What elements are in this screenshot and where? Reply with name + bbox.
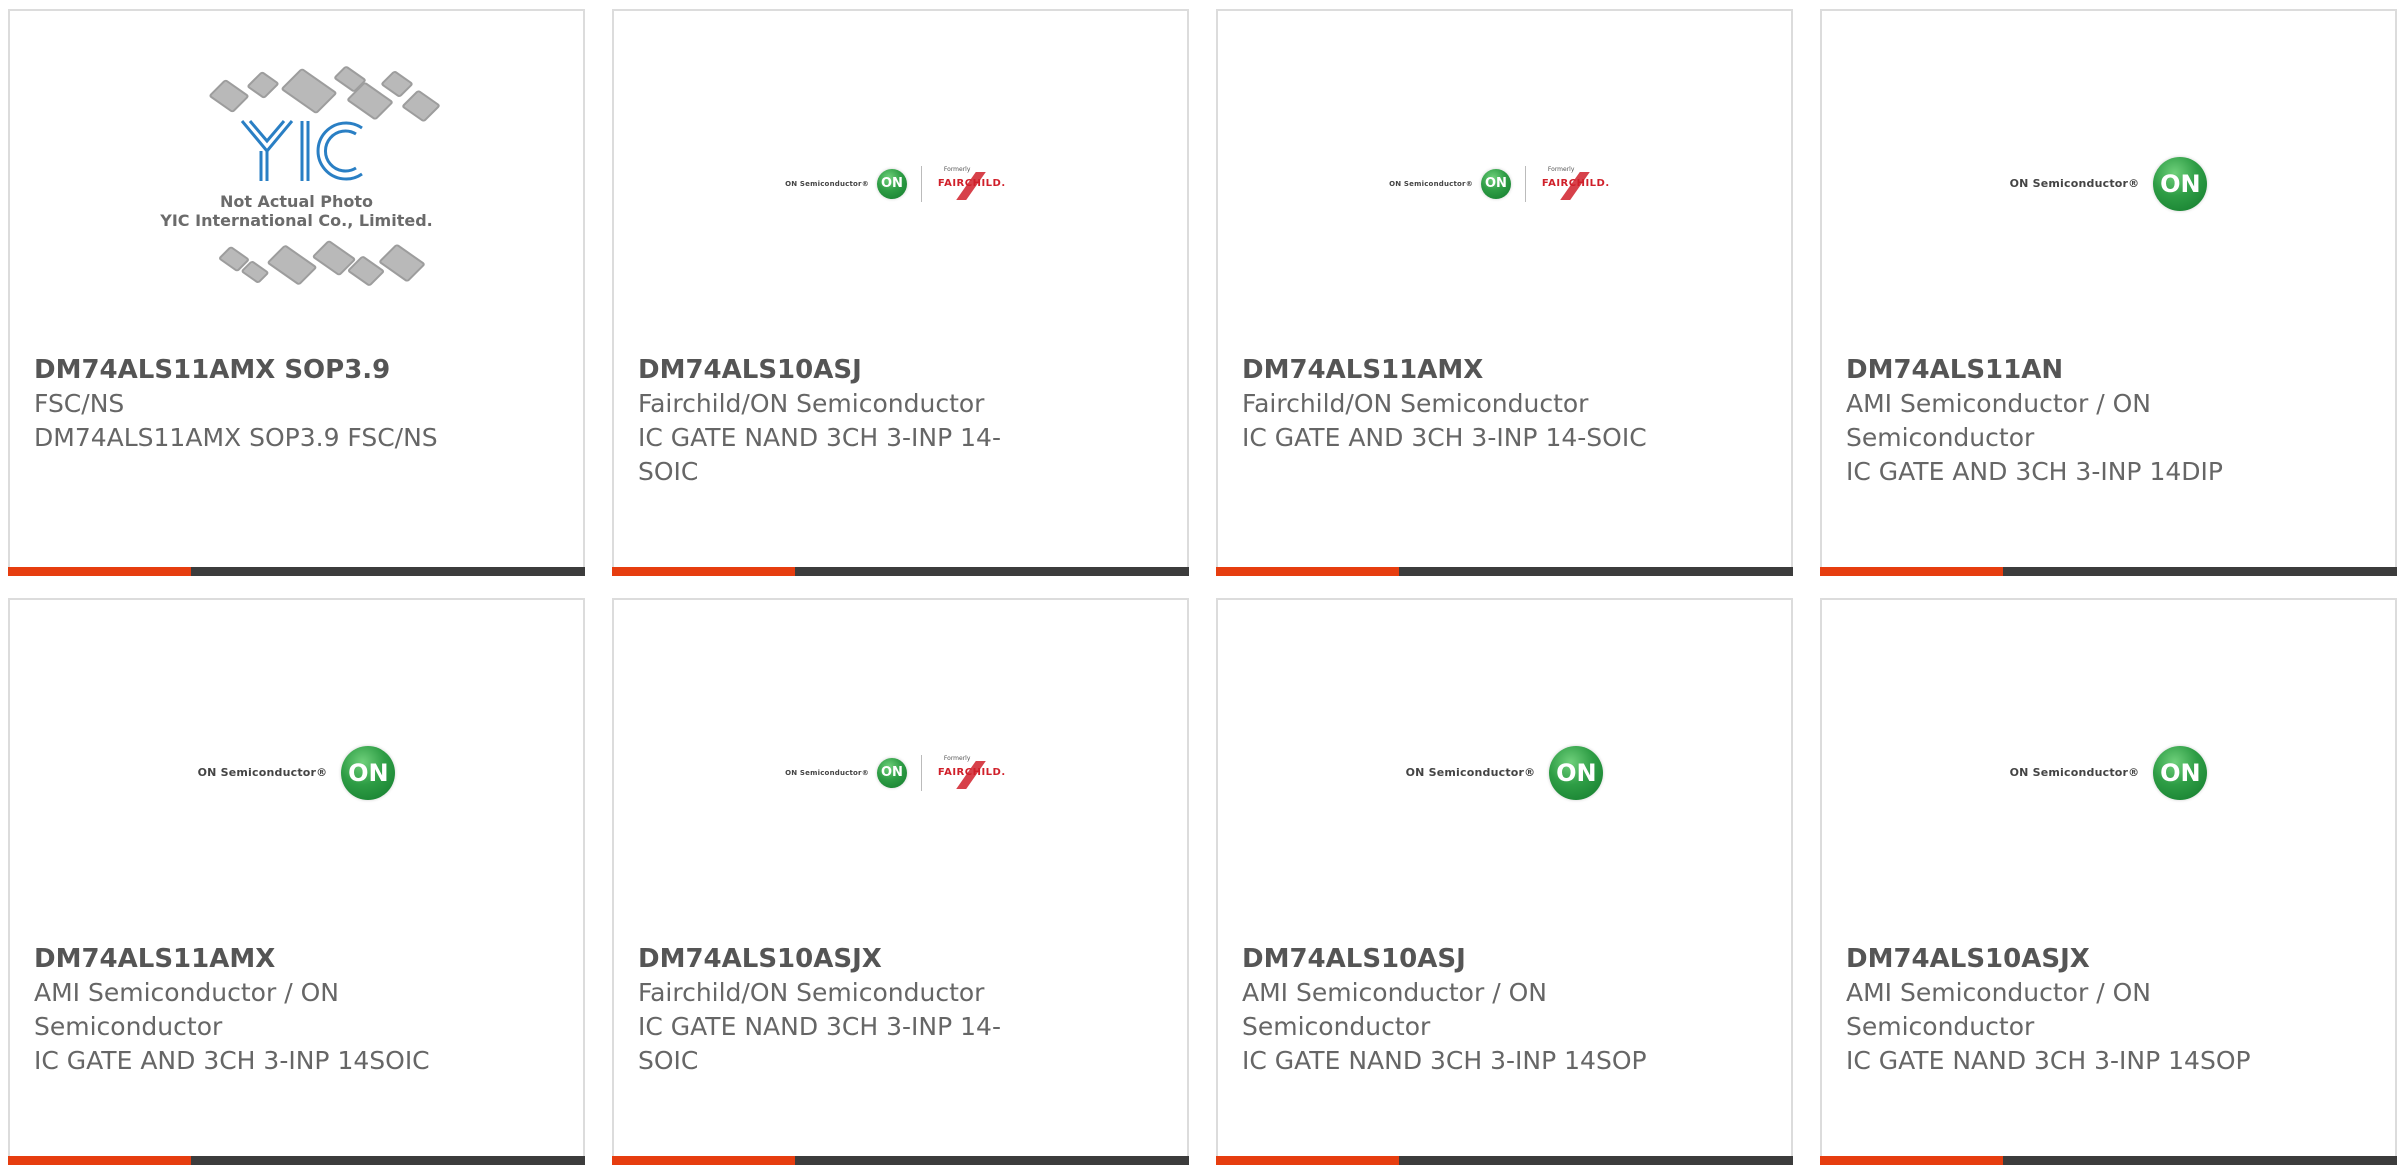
- product-line: AMI Semiconductor / ON: [34, 978, 339, 1007]
- product-card[interactable]: ON Semiconductor® ON Formerly FAIRCHILD.…: [612, 9, 1189, 576]
- part-number[interactable]: DM74ALS11AN: [1846, 353, 2286, 387]
- product-image[interactable]: ON Semiconductor® ON: [1822, 11, 2395, 356]
- product-card[interactable]: ON Semiconductor® ON DM74ALS10ASJX AMI S…: [1820, 598, 2397, 1165]
- fairchild-logo-icon: Formerly FAIRCHILD.: [936, 166, 1016, 202]
- on-logo-icon: ON: [2153, 156, 2208, 211]
- product-line: SOIC: [638, 457, 699, 486]
- part-number[interactable]: DM74ALS11AMX: [1242, 353, 1682, 387]
- card-bottom-bar: [1820, 567, 2397, 576]
- product-line: FSC/NS: [34, 389, 125, 418]
- on-logo-icon: ON: [876, 168, 907, 199]
- yic-note: Not Actual Photo YIC International Co., …: [152, 192, 442, 230]
- product-line: Semiconductor: [1846, 423, 2035, 452]
- product-line: AMI Semiconductor / ON: [1242, 978, 1547, 1007]
- on-logo-icon: ON: [341, 745, 396, 800]
- on-logo-icon: ON: [2153, 745, 2208, 800]
- card-bottom-bar: [8, 1156, 585, 1165]
- product-line: IC GATE NAND 3CH 3-INP 14SOP: [1846, 1046, 2251, 1075]
- yic-note-line2: YIC International Co., Limited.: [160, 210, 433, 230]
- product-line: AMI Semiconductor / ON: [1846, 978, 2151, 1007]
- card-bottom-bar: [612, 567, 1189, 576]
- on-semi-text: ON Semiconductor®: [785, 179, 869, 188]
- on-semi-text: ON Semiconductor®: [197, 766, 328, 779]
- part-number[interactable]: DM74ALS10ASJ: [1242, 942, 1682, 976]
- product-line: SOIC: [638, 1046, 699, 1075]
- on-semi-text: ON Semiconductor®: [2009, 766, 2140, 779]
- product-image[interactable]: ON Semiconductor® ON Formerly FAIRCHILD.: [1218, 11, 1791, 356]
- product-line: IC GATE AND 3CH 3-INP 14SOIC: [34, 1046, 430, 1075]
- product-image[interactable]: ON Semiconductor® ON: [10, 600, 583, 945]
- on-semi-text: ON Semiconductor®: [785, 768, 869, 777]
- product-text: DM74ALS10ASJX Fairchild/ON Semiconductor…: [638, 942, 1078, 1078]
- part-number[interactable]: DM74ALS10ASJX: [638, 942, 1078, 976]
- yic-placeholder-image: Not Actual Photo YIC International Co., …: [152, 64, 442, 304]
- product-image[interactable]: ON Semiconductor® ON Formerly FAIRCHILD.: [614, 11, 1187, 356]
- on-semi-text: ON Semiconductor®: [1405, 766, 1536, 779]
- yic-logo-icon: [240, 119, 363, 181]
- product-card[interactable]: ON Semiconductor® ON Formerly FAIRCHILD.…: [612, 598, 1189, 1165]
- product-line: IC GATE AND 3CH 3-INP 14DIP: [1846, 457, 2223, 486]
- on-fairchild-logo: ON Semiconductor® ON Formerly FAIRCHILD.: [785, 754, 1016, 791]
- part-number[interactable]: DM74ALS10ASJ: [638, 353, 1078, 387]
- card-bottom-bar: [8, 567, 585, 576]
- product-text: DM74ALS11AN AMI Semiconductor / ON Semic…: [1846, 353, 2286, 489]
- product-line: AMI Semiconductor / ON: [1846, 389, 2151, 418]
- part-number[interactable]: DM74ALS11AMX: [34, 942, 474, 976]
- on-fairchild-logo: ON Semiconductor® ON Formerly FAIRCHILD.: [785, 165, 1016, 202]
- product-image[interactable]: ON Semiconductor® ON Formerly FAIRCHILD.: [614, 600, 1187, 945]
- product-text: DM74ALS11AMX AMI Semiconductor / ON Semi…: [34, 942, 474, 1078]
- product-card[interactable]: ON Semiconductor® ON DM74ALS11AMX AMI Se…: [8, 598, 585, 1165]
- product-line: Fairchild/ON Semiconductor: [638, 389, 985, 418]
- product-card[interactable]: ON Semiconductor® ON Formerly FAIRCHILD.…: [1216, 9, 1793, 576]
- product-line: IC GATE NAND 3CH 3-INP 14-: [638, 1012, 1001, 1041]
- card-bottom-bar: [1216, 1156, 1793, 1165]
- on-semi-logo: ON Semiconductor® ON: [1405, 745, 1604, 800]
- product-card[interactable]: ON Semiconductor® ON DM74ALS11AN AMI Sem…: [1820, 9, 2397, 576]
- on-semi-logo: ON Semiconductor® ON: [2009, 745, 2208, 800]
- fairchild-logo-icon: Formerly FAIRCHILD.: [936, 755, 1016, 791]
- on-semi-text: ON Semiconductor®: [1389, 179, 1473, 188]
- card-bottom-bar: [1216, 567, 1793, 576]
- on-semi-logo: ON Semiconductor® ON: [2009, 156, 2208, 211]
- on-logo-icon: ON: [876, 757, 907, 788]
- product-card[interactable]: ON Semiconductor® ON DM74ALS10ASJ AMI Se…: [1216, 598, 1793, 1165]
- on-logo-icon: ON: [1549, 745, 1604, 800]
- product-line: IC GATE NAND 3CH 3-INP 14-: [638, 423, 1001, 452]
- product-image[interactable]: Not Actual Photo YIC International Co., …: [10, 11, 583, 356]
- product-line: Fairchild/ON Semiconductor: [1242, 389, 1589, 418]
- card-bottom-bar: [1820, 1156, 2397, 1165]
- product-image[interactable]: ON Semiconductor® ON: [1822, 600, 2395, 945]
- on-semi-logo: ON Semiconductor® ON: [197, 745, 396, 800]
- product-line: Semiconductor: [1846, 1012, 2035, 1041]
- product-line: DM74ALS11AMX SOP3.9 FSC/NS: [34, 423, 438, 452]
- product-line: Fairchild/ON Semiconductor: [638, 978, 985, 1007]
- on-semi-text: ON Semiconductor®: [2009, 177, 2140, 190]
- card-bottom-bar: [612, 1156, 1189, 1165]
- product-text: DM74ALS11AMX SOP3.9 FSC/NS DM74ALS11AMX …: [34, 353, 474, 455]
- product-grid: Not Actual Photo YIC International Co., …: [0, 0, 2400, 1167]
- on-fairchild-logo: ON Semiconductor® ON Formerly FAIRCHILD.: [1389, 165, 1620, 202]
- product-line: IC GATE NAND 3CH 3-INP 14SOP: [1242, 1046, 1647, 1075]
- product-line: Semiconductor: [1242, 1012, 1431, 1041]
- product-line: Semiconductor: [34, 1012, 223, 1041]
- part-number[interactable]: DM74ALS11AMX SOP3.9: [34, 353, 474, 387]
- product-text: DM74ALS10ASJX AMI Semiconductor / ON Sem…: [1846, 942, 2286, 1078]
- product-text: DM74ALS10ASJ AMI Semiconductor / ON Semi…: [1242, 942, 1682, 1078]
- product-text: DM74ALS11AMX Fairchild/ON Semiconductor …: [1242, 353, 1682, 455]
- fairchild-logo-icon: Formerly FAIRCHILD.: [1540, 166, 1620, 202]
- product-card[interactable]: Not Actual Photo YIC International Co., …: [8, 9, 585, 576]
- yic-note-line1: Not Actual Photo: [219, 191, 374, 211]
- product-text: DM74ALS10ASJ Fairchild/ON Semiconductor …: [638, 353, 1078, 489]
- part-number[interactable]: DM74ALS10ASJX: [1846, 942, 2286, 976]
- on-logo-icon: ON: [1480, 168, 1511, 199]
- product-image[interactable]: ON Semiconductor® ON: [1218, 600, 1791, 945]
- product-line: IC GATE AND 3CH 3-INP 14-SOIC: [1242, 423, 1647, 452]
